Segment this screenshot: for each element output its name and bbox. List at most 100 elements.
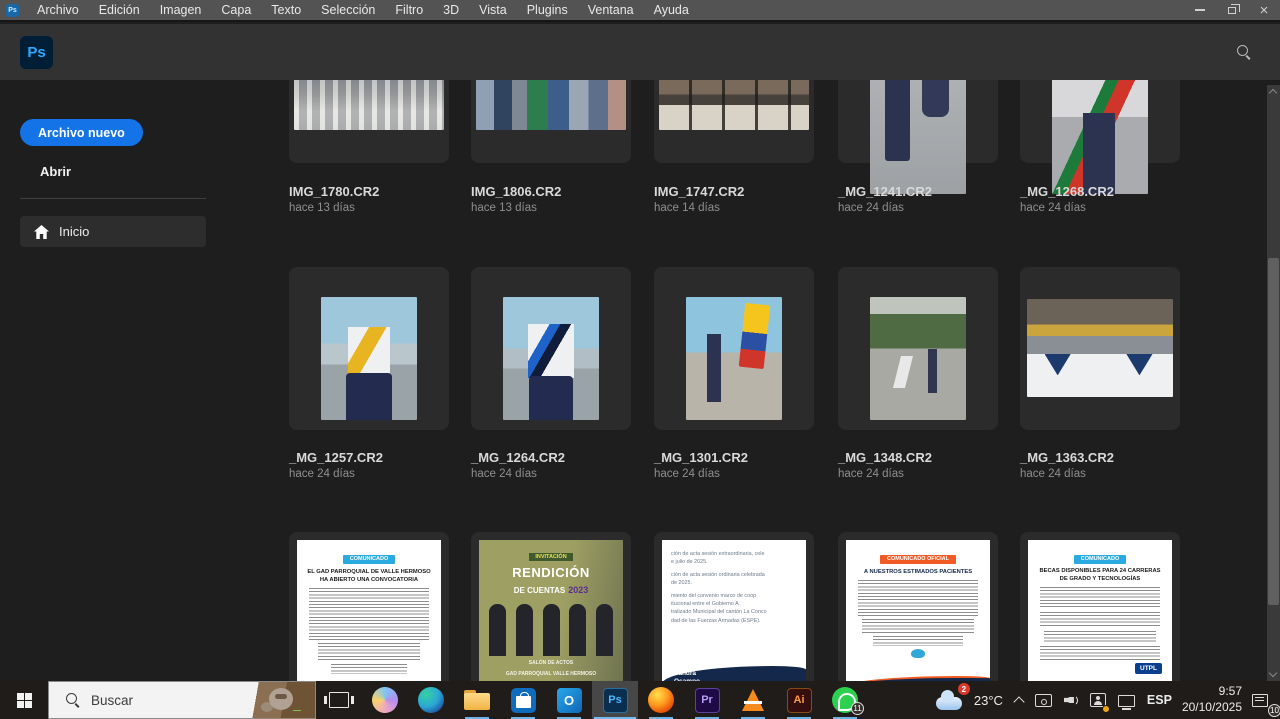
sidebar-item-home[interactable]: Inicio <box>20 216 206 247</box>
audience-photo-thumbnail <box>294 80 444 130</box>
file-explorer-taskbar-button[interactable] <box>454 681 500 719</box>
time-label: 9:57 <box>1182 684 1242 700</box>
file-name: _MG_1268.CR2 <box>1020 184 1190 199</box>
menu-item-vista[interactable]: Vista <box>469 0 517 20</box>
cast-device-button[interactable] <box>1029 681 1058 719</box>
person-silhouette <box>596 604 613 656</box>
open-button[interactable]: Abrir <box>40 164 71 179</box>
notification-center-button[interactable]: 10 <box>1246 681 1280 719</box>
menu-item-imagen[interactable]: Imagen <box>150 0 212 20</box>
scroll-up-icon[interactable] <box>1269 89 1277 97</box>
illustrator-taskbar-button[interactable]: Ai <box>776 681 822 719</box>
firefox-icon <box>648 687 674 713</box>
search-icon[interactable] <box>1236 44 1252 60</box>
file-modified-time: hace 24 días <box>838 202 1008 214</box>
file-card[interactable] <box>289 80 449 163</box>
scrollbar[interactable] <box>1267 85 1280 681</box>
poster-text-lines <box>1040 612 1160 628</box>
outlook-taskbar-button[interactable]: O <box>546 681 592 719</box>
menu-item-ayuda[interactable]: Ayuda <box>644 0 699 20</box>
vlc-taskbar-button[interactable] <box>730 681 776 719</box>
signature: SandraOcampo <box>674 670 700 681</box>
search-placeholder: Buscar <box>91 693 133 708</box>
file-card[interactable] <box>654 80 814 163</box>
file-card[interactable] <box>1020 267 1180 430</box>
file-card[interactable]: COMUNICADO OFICIALA NUESTROS ESTIMADOS P… <box>838 532 998 681</box>
menu-item-texto[interactable]: Texto <box>261 0 311 20</box>
acta-text-line: tralizado Municipal del cantón La Conco <box>671 608 797 616</box>
volume-button[interactable] <box>1058 681 1084 719</box>
menu-bar: Ps ArchivoEdiciónImagenCapaTextoSelecció… <box>0 0 1280 22</box>
file-card[interactable]: COMUNICADOBECAS DISPONIBLES PARA 24 CARR… <box>1020 532 1180 681</box>
menu-item-3d[interactable]: 3D <box>433 0 469 20</box>
minimize-button[interactable] <box>1184 0 1216 20</box>
file-name: _MG_1257.CR2 <box>289 450 459 465</box>
edge-icon <box>418 687 444 713</box>
file-card[interactable] <box>838 267 998 430</box>
signature-first-name: Sandra <box>674 670 700 678</box>
restore-button[interactable] <box>1216 0 1248 20</box>
poster-text-lines <box>331 664 408 674</box>
flag-ceremony-photo-thumbnail <box>686 297 782 420</box>
file-name: IMG_1747.CR2 <box>654 184 824 199</box>
whatsapp-taskbar-button[interactable]: 11 <box>822 681 868 719</box>
scroll-down-icon[interactable] <box>1269 669 1277 677</box>
tray-expand-button[interactable] <box>1009 681 1029 719</box>
copilot-icon <box>372 687 398 713</box>
new-file-button[interactable]: Archivo nuevo <box>20 119 143 146</box>
menu-item-capa[interactable]: Capa <box>211 0 261 20</box>
weather-widget[interactable]: 2 <box>930 681 968 719</box>
menu-item-edicion[interactable]: Edición <box>89 0 150 20</box>
utpl-logo: UTPL <box>1135 663 1162 674</box>
sidebar-home-label: Inicio <box>59 224 89 239</box>
file-card[interactable]: INVITACIÓNRENDICIÓNDE CUENTAS2023SALÓN D… <box>471 532 631 681</box>
poster-text-lines <box>309 588 429 640</box>
file-card[interactable] <box>838 80 998 163</box>
network-button[interactable] <box>1112 681 1141 719</box>
menu-item-seleccion[interactable]: Selección <box>311 0 385 20</box>
menu-items: ArchivoEdiciónImagenCapaTextoSelecciónFi… <box>27 0 699 20</box>
file-modified-time: hace 14 días <box>654 202 824 214</box>
scrollbar-thumb[interactable] <box>1268 258 1279 605</box>
file-card[interactable]: ción de acta sesión extraordinaria, cele… <box>654 532 814 681</box>
premiere-taskbar-button[interactable]: Pr <box>684 681 730 719</box>
acta-text-line: itucional entre el Gobierno A <box>671 600 797 608</box>
home-icon <box>34 225 49 239</box>
poster-text-lines <box>1040 587 1160 609</box>
accounts-button[interactable] <box>1084 681 1112 719</box>
status-dot <box>1102 705 1110 713</box>
file-card[interactable] <box>654 267 814 430</box>
file-card[interactable] <box>289 267 449 430</box>
close-button[interactable]: × <box>1248 0 1280 20</box>
start-button[interactable] <box>0 681 48 719</box>
file-card[interactable]: COMUNICADOEL GAD PARROQUIAL DE VALLE HER… <box>289 532 449 681</box>
vlc-icon <box>742 689 764 711</box>
file-modified-time: hace 24 días <box>838 468 1008 480</box>
copilot-taskbar-button[interactable] <box>362 681 408 719</box>
file-card[interactable] <box>471 80 631 163</box>
file-name: _MG_1301.CR2 <box>654 450 824 465</box>
meeting-table-photo-thumbnail <box>659 80 809 130</box>
file-card[interactable] <box>1020 80 1180 163</box>
sloth-search-highlight[interactable] <box>245 682 315 718</box>
file-card[interactable] <box>471 267 631 430</box>
taskbar-search[interactable]: Buscar <box>48 681 316 719</box>
chevron-up-icon <box>1013 696 1024 707</box>
file-name: _MG_1348.CR2 <box>838 450 1008 465</box>
menu-item-ventana[interactable]: Ventana <box>578 0 644 20</box>
menu-item-plugins[interactable]: Plugins <box>517 0 578 20</box>
edge-taskbar-button[interactable] <box>408 681 454 719</box>
firefox-taskbar-button[interactable] <box>638 681 684 719</box>
temperature-label[interactable]: 23°C <box>968 681 1009 719</box>
language-indicator[interactable]: ESP <box>1141 681 1178 719</box>
file-modified-time: hace 24 días <box>1020 468 1190 480</box>
task-view-button[interactable] <box>316 681 362 719</box>
menu-item-archivo[interactable]: Archivo <box>27 0 89 20</box>
network-icon <box>1118 695 1135 707</box>
photoshop-taskbar-button[interactable]: Ps <box>592 681 638 719</box>
file-name: IMG_1806.CR2 <box>471 184 641 199</box>
poster-text-lines <box>873 636 963 646</box>
clock[interactable]: 9:57 20/10/2025 <box>1178 681 1246 719</box>
menu-item-filtro[interactable]: Filtro <box>385 0 433 20</box>
store-taskbar-button[interactable] <box>500 681 546 719</box>
